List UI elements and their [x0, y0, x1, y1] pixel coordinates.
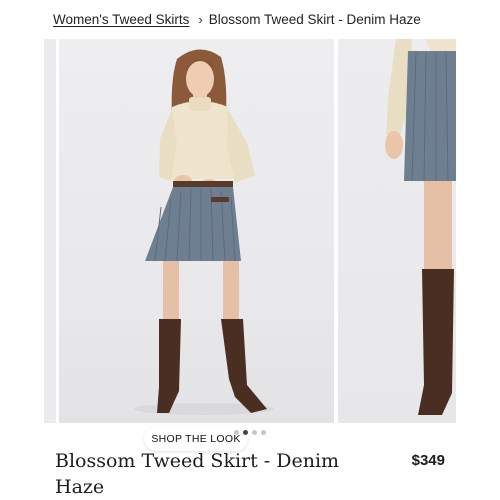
breadcrumb-current: Blossom Tweed Skirt - Denim Haze	[208, 11, 421, 27]
carousel-dot-4[interactable]	[261, 430, 266, 435]
product-title: Blossom Tweed Skirt - Denim Haze	[55, 450, 340, 498]
carousel-dot-2-active[interactable]	[243, 430, 248, 435]
model-back-view-image	[385, 39, 456, 415]
carousel-dot-3[interactable]	[252, 430, 257, 435]
carousel-pagination-dots	[234, 430, 266, 435]
model-full-look-image	[134, 49, 274, 415]
carousel-dot-1[interactable]	[234, 430, 239, 435]
product-image-main[interactable]	[59, 39, 334, 423]
product-price: $349	[411, 452, 445, 469]
carousel-next-slide-peek[interactable]	[338, 39, 456, 423]
carousel-previous-slide-peek[interactable]	[44, 39, 56, 423]
breadcrumb: Women's Tweed Skirts › Blossom Tweed Ski…	[53, 10, 421, 28]
product-image-carousel[interactable]: SHOP THE LOOK	[0, 39, 500, 451]
breadcrumb-link-womens-tweed-skirts[interactable]: Women's Tweed Skirts	[53, 12, 189, 27]
chevron-right-icon: ›	[198, 11, 203, 27]
